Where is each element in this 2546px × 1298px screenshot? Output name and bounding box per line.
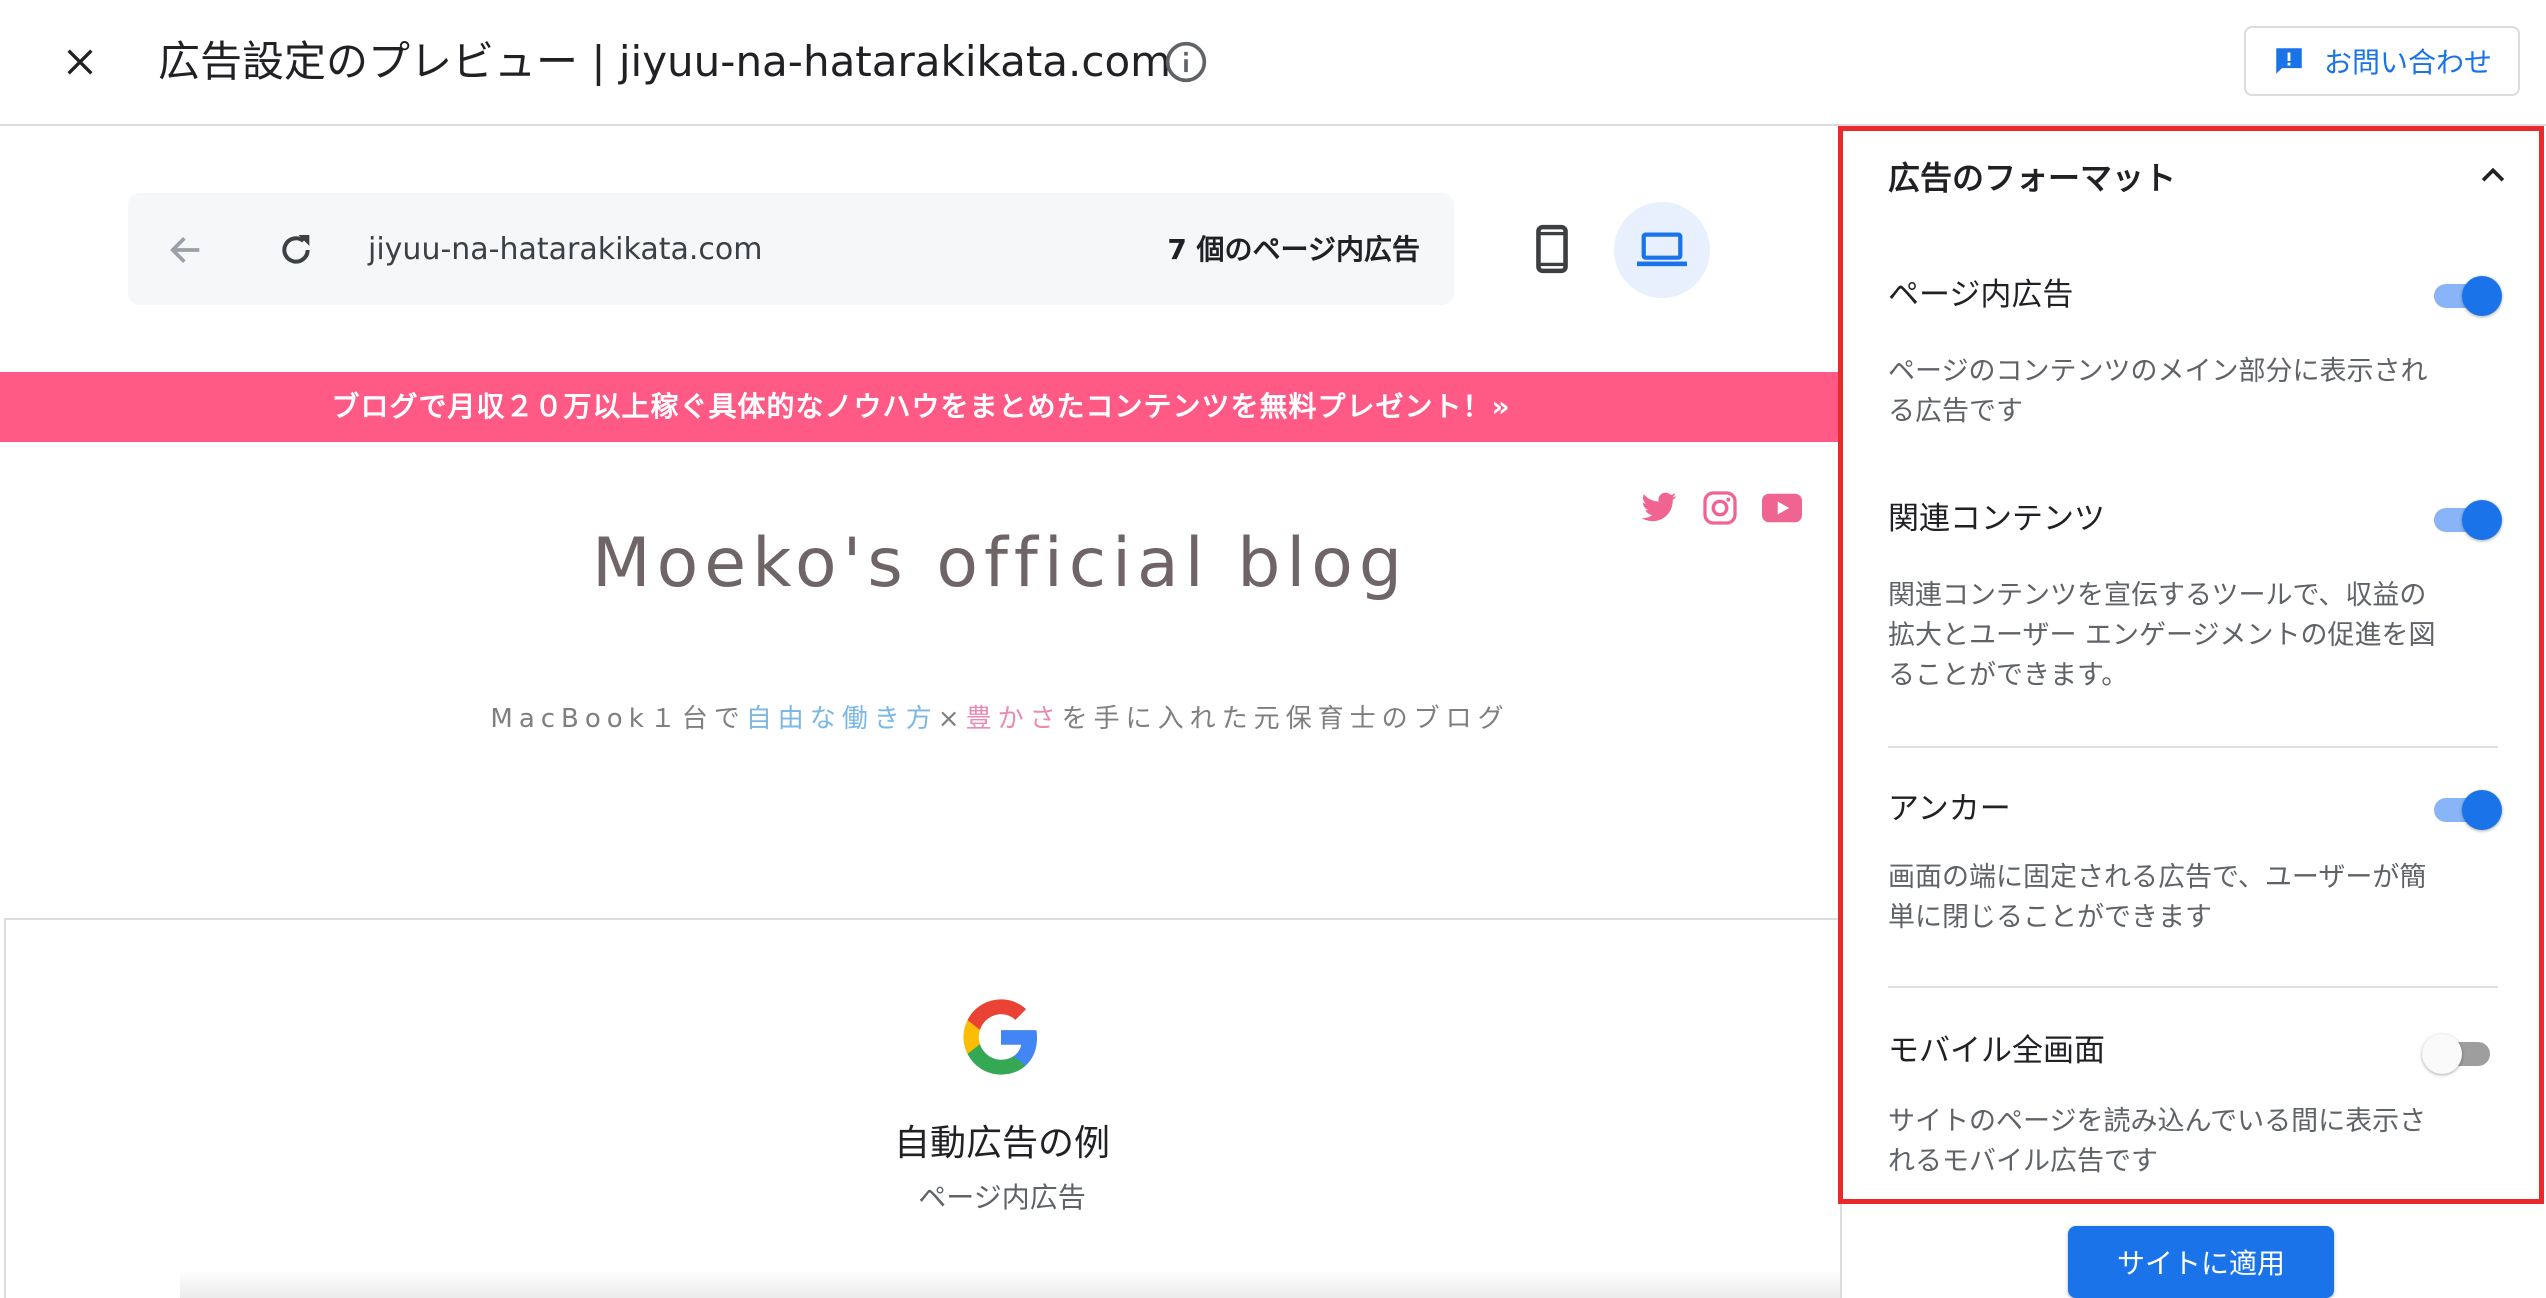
toggle-mobile-fullscreen[interactable] — [2422, 1030, 2494, 1078]
info-icon[interactable] — [1164, 40, 1208, 84]
reload-icon — [282, 235, 310, 264]
apply-to-site-button[interactable]: サイトに適用 — [2068, 1226, 2334, 1298]
back-arrow-icon — [170, 237, 200, 263]
option-desc-mobile-fullscreen: サイトのページを読み込んでいる間に表示されるモバイル広告です — [1888, 1106, 2427, 1177]
toggle-in-page-ads[interactable] — [2430, 272, 2502, 320]
google-g-icon — [963, 999, 1038, 1075]
toggle-thumb — [2462, 790, 2502, 830]
tagline-highlight-blue: 自由な働き方 — [745, 704, 938, 734]
tagline-part: MacBook１台で — [490, 704, 746, 734]
toggle-thumb — [2462, 276, 2502, 316]
smartphone-icon — [1536, 224, 1568, 274]
auto-ad-example-box[interactable] — [4, 918, 1842, 1298]
close-button[interactable] — [52, 28, 108, 96]
section-divider — [1888, 986, 2498, 988]
page-title: 広告設定のプレビュー | jiyuu-na-hatarakikata.com — [158, 37, 1172, 86]
option-title-in-page-ads: ページ内広告 — [1888, 277, 2074, 313]
chevron-up-icon — [2481, 167, 2505, 182]
option-title-anchor: アンカー — [1888, 791, 2011, 827]
ad-format-section-title: 広告のフォーマット — [1888, 159, 2177, 197]
ad-example-title: 自動広告の例 — [893, 1123, 1110, 1164]
toggle-thumb — [2462, 500, 2502, 540]
toggle-thumb — [2422, 1034, 2462, 1074]
preview-url: jiyuu-na-hatarakikata.com — [368, 232, 763, 267]
reload-button[interactable] — [268, 222, 324, 278]
ad-format-section-header[interactable]: 広告のフォーマット — [1888, 148, 2510, 204]
mobile-view-button[interactable] — [1524, 206, 1580, 292]
option-desc-anchor: 画面の端に固定される広告で、ユーザーが簡単に閉じることができます — [1888, 862, 2427, 933]
close-icon — [67, 49, 93, 75]
blog-title: Moeko's official blog — [591, 524, 1409, 603]
option-title-related-content: 関連コンテンツ — [1888, 501, 2105, 537]
promo-banner[interactable]: ブログで月収２０万以上稼ぐ具体的なノウハウをまとめたコンテンツを無料プレゼント！… — [0, 372, 1842, 442]
back-button[interactable] — [158, 222, 214, 278]
contact-button-label: お問い合わせ — [2323, 46, 2492, 79]
feedback-icon — [2276, 48, 2302, 74]
ad-count-label: 7 個のページ内広告 — [1167, 233, 1420, 266]
toggle-anchor[interactable] — [2430, 786, 2502, 834]
contact-button[interactable]: お問い合わせ — [2244, 26, 2520, 96]
tagline-separator: × — [937, 704, 966, 734]
option-desc-related-content: 関連コンテンツを宣伝するツールで、収益の拡大とユーザー エンゲージメントの促進を… — [1888, 580, 2436, 691]
option-desc-in-page-ads: ページのコンテンツのメイン部分に表示される広告です — [1888, 356, 2428, 427]
blog-tagline: MacBook１台で自由な働き方×豊かさを手に入れた元保育士のブログ — [0, 696, 1842, 742]
tagline-part: を手に入れた元保育士のブログ — [1061, 704, 1510, 734]
ad-example-subtitle: ページ内広告 — [918, 1181, 1086, 1214]
tagline-highlight-pink: 豊かさ — [965, 704, 1062, 734]
toggle-related-content[interactable] — [2430, 496, 2502, 544]
laptop-icon — [1637, 232, 1687, 267]
option-title-mobile-fullscreen: モバイル全画面 — [1888, 1033, 2105, 1069]
section-divider — [1888, 746, 2498, 748]
desktop-view-button[interactable] — [1614, 202, 1710, 298]
preview-bottom-shadow — [180, 1270, 1840, 1298]
